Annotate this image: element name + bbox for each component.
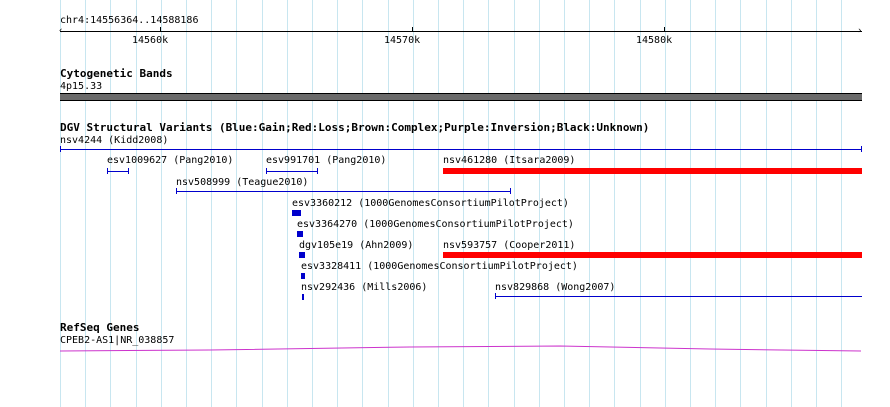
variant-esv1009627[interactable] [107,171,128,172]
variant-label-esv1009627[interactable]: esv1009627 (Pang2010) [107,155,233,166]
ruler-tick [412,27,413,31]
variant-end-tick [861,146,862,152]
variant-end-tick [107,168,108,174]
ruler-tick-label: 14570k [384,35,421,46]
variant-label-nsv829868[interactable]: nsv829868 (Wong2007) [495,282,615,293]
variant-esv3328411[interactable] [301,273,305,279]
variant-esv3364270[interactable] [297,231,303,237]
variant-label-nsv508999[interactable]: nsv508999 (Teague2010) [176,177,308,188]
ruler-tick [664,27,665,31]
variant-label-dgv105e19[interactable]: dgv105e19 (Ahn2009) [299,240,413,251]
variant-label-nsv292436[interactable]: nsv292436 (Mills2006) [301,282,427,293]
variant-label-nsv461280[interactable]: nsv461280 (Itsara2009) [443,155,575,166]
variant-nsv4244[interactable] [60,149,862,150]
variant-end-tick [266,168,267,174]
variant-label-nsv593757[interactable]: nsv593757 (Cooper2011) [443,240,575,251]
refseq-track-title[interactable]: RefSeq Genes [60,322,139,334]
cytoband-label: 4p15.33 [60,81,103,92]
variant-label-esv991701[interactable]: esv991701 (Pang2010) [266,155,386,166]
ruler-left-arrow-icon: ‹ [58,26,64,36]
variant-nsv829868[interactable] [495,296,862,297]
variant-nsv593757[interactable] [443,252,862,258]
variant-dgv105e19[interactable] [299,252,305,258]
variant-end-tick [317,168,318,174]
variant-label-esv3364270[interactable]: esv3364270 (1000GenomesConsortiumPilotPr… [297,219,574,230]
variant-nsv292436[interactable] [302,294,304,300]
ruler-tick-label: 14580k [636,35,673,46]
variant-nsv508999[interactable] [176,191,510,192]
ruler-tick-label: 14560k [132,35,169,46]
gene-cpeb2-as1[interactable] [60,344,862,354]
variant-esv991701[interactable] [266,171,317,172]
variant-end-tick [176,188,177,194]
variant-label-esv3360212[interactable]: esv3360212 (1000GenomesConsortiumPilotPr… [292,198,569,209]
ruler-tick [160,27,161,31]
variant-end-tick [60,146,61,152]
variant-label-nsv4244[interactable]: nsv4244 (Kidd2008) [60,135,168,146]
dgv-track-title[interactable]: DGV Structural Variants (Blue:Gain;Red:L… [60,122,649,134]
variant-nsv461280[interactable] [443,168,862,174]
variant-end-tick [495,293,496,299]
ruler-right-arrow-icon: › [857,26,863,36]
variant-end-tick [510,188,511,194]
cytoband-track-title[interactable]: Cytogenetic Bands [60,68,173,80]
variant-esv3360212[interactable] [292,210,301,216]
variant-label-esv3328411[interactable]: esv3328411 (1000GenomesConsortiumPilotPr… [301,261,578,272]
cytoband-bar[interactable] [60,93,862,101]
ruler-axis [60,31,862,32]
variant-end-tick [128,168,129,174]
ruler-range-label: chr4:14556364..14588186 [60,15,199,26]
